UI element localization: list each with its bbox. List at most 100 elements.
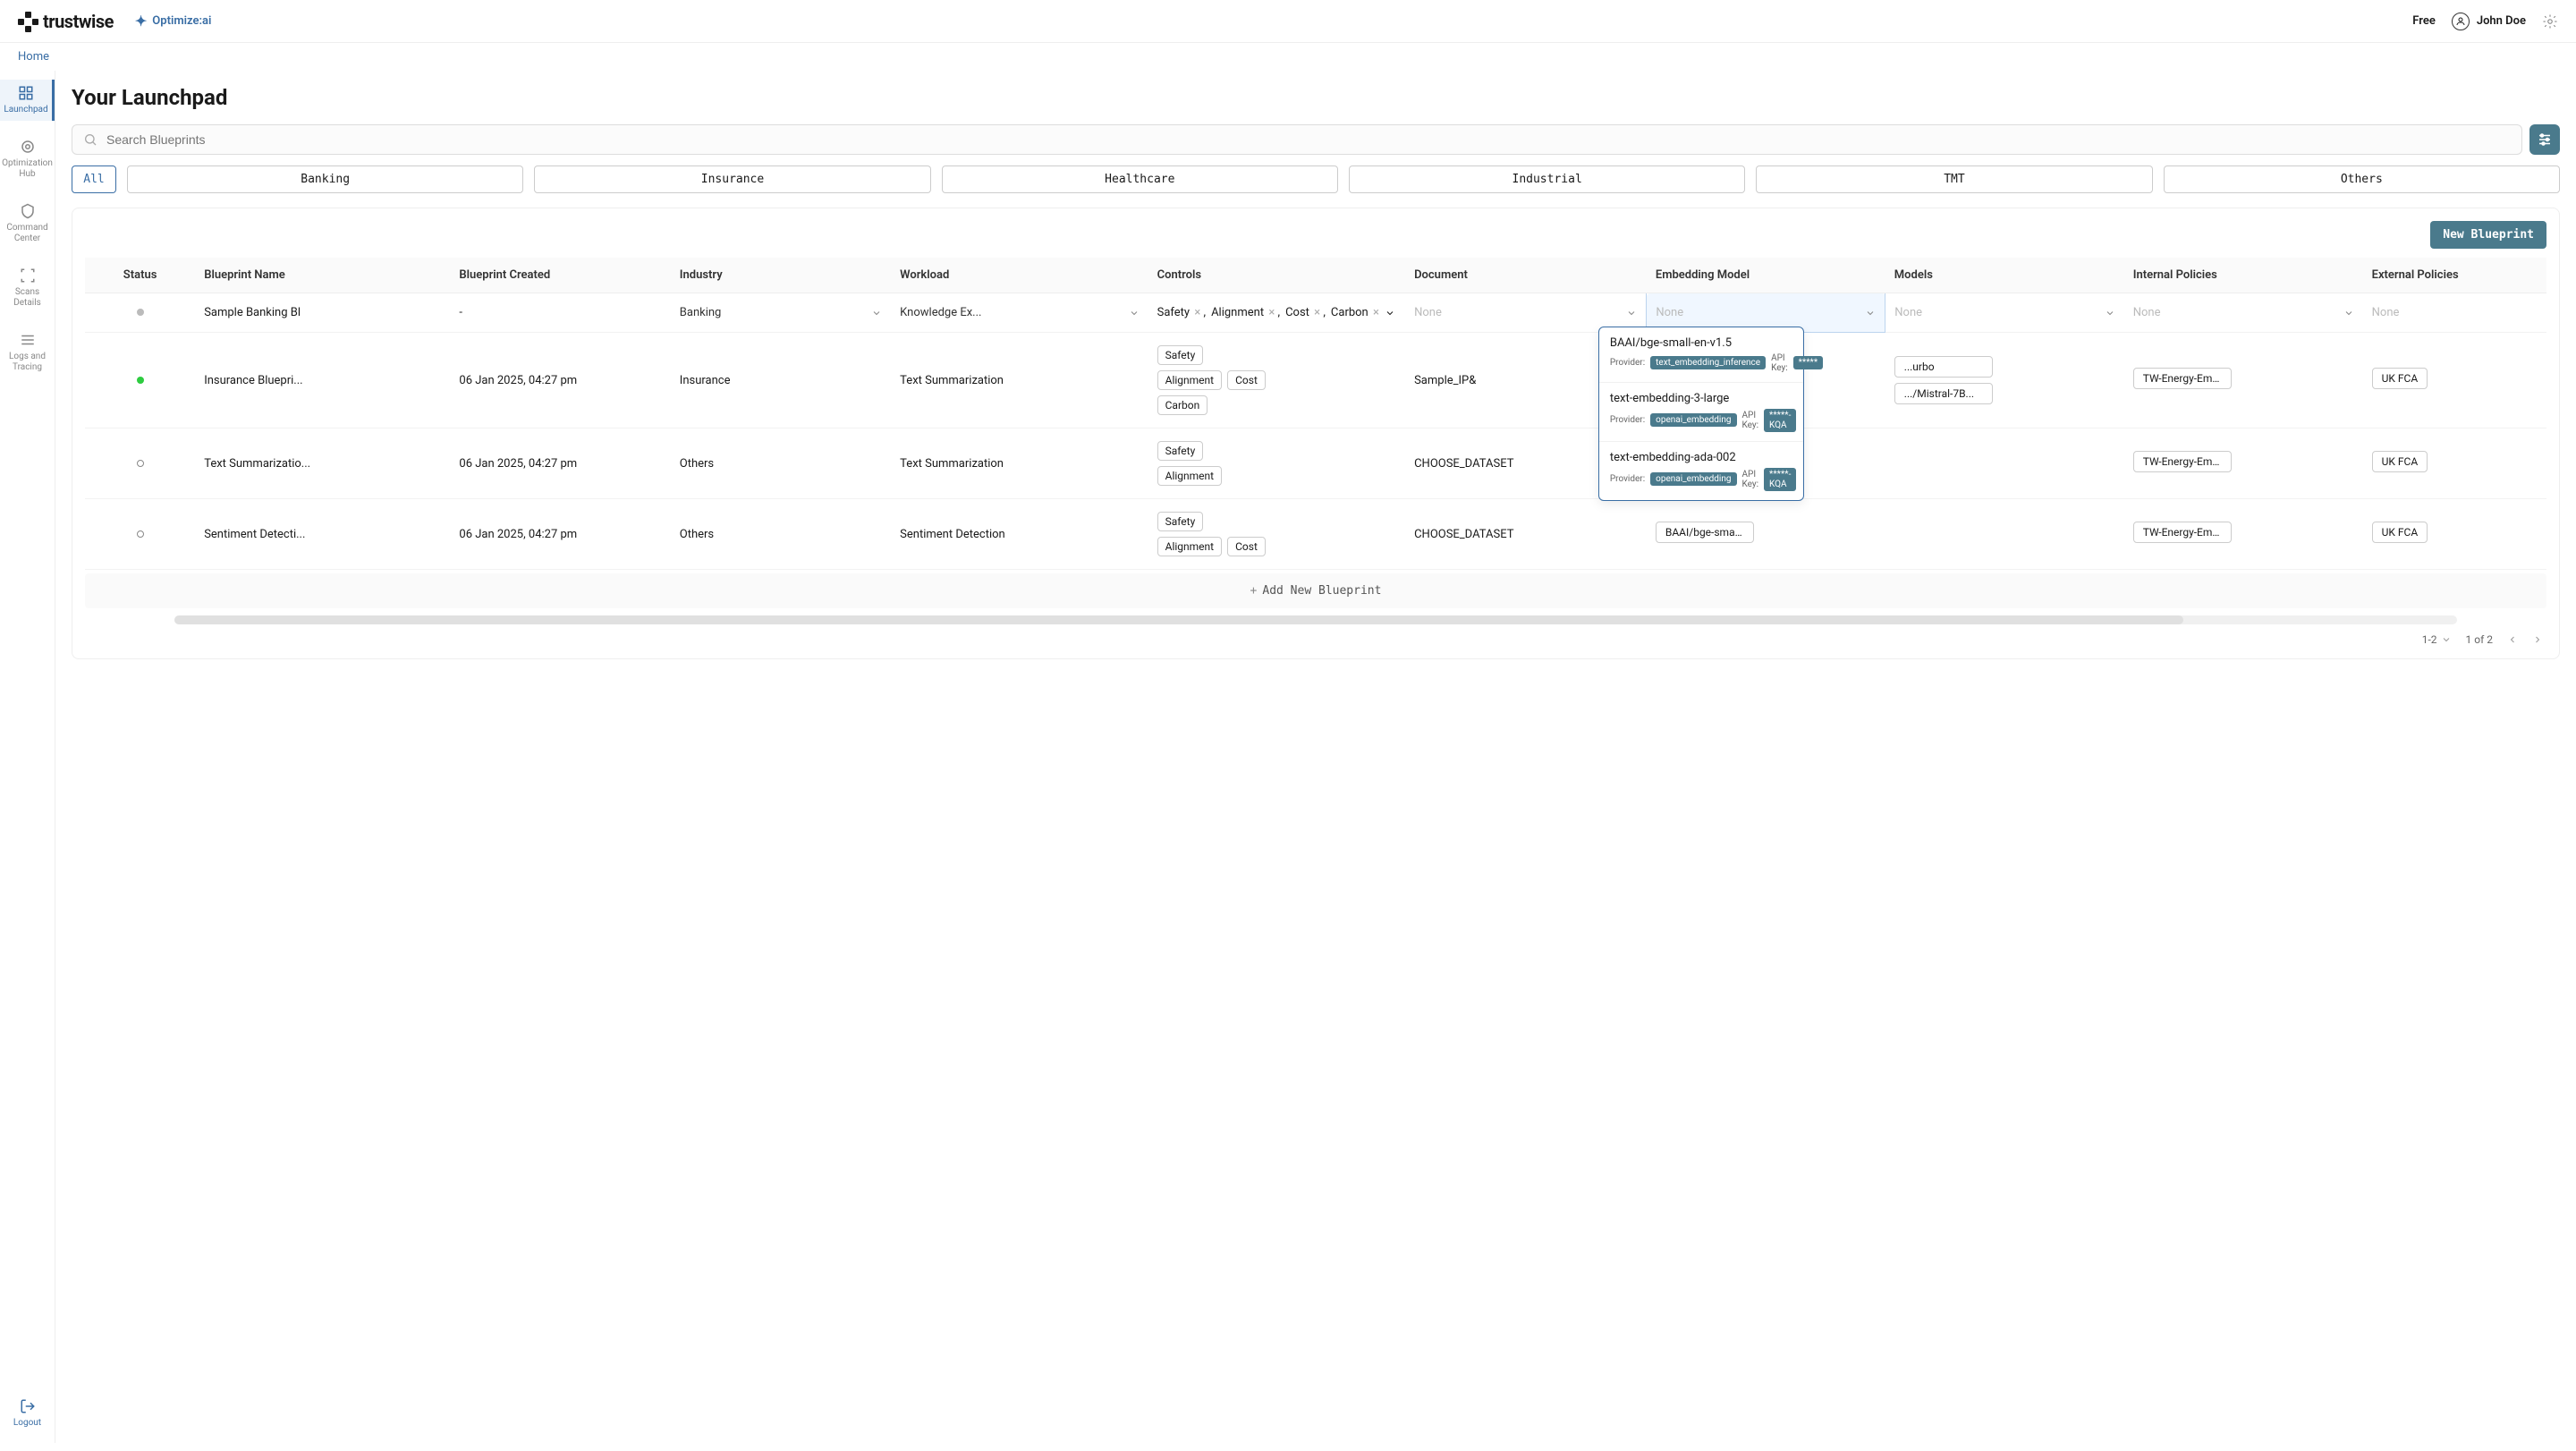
industry-select[interactable]: Banking	[680, 306, 882, 319]
status-dot	[137, 309, 144, 316]
settings-icon[interactable]	[2542, 13, 2558, 30]
sidebar-item-label: Launchpad	[4, 105, 47, 115]
chevron-down-icon	[2343, 308, 2354, 318]
remove-icon[interactable]: ×	[1268, 306, 1275, 319]
table-row: Sentiment Detecti... 06 Jan 2025, 04:27 …	[85, 499, 2546, 570]
table-header-row: Status Blueprint Name Blueprint Created …	[85, 258, 2546, 293]
table-wrap: Status Blueprint Name Blueprint Created …	[85, 258, 2546, 570]
controls-chips: Safety Alignment Cost	[1157, 512, 1396, 556]
external-select[interactable]: None	[2372, 306, 2538, 319]
user-menu[interactable]: John Doe	[2452, 13, 2526, 30]
internal-select[interactable]: None	[2133, 306, 2354, 319]
cell-workload: Text Summarization	[900, 374, 1004, 387]
brand-name: trustwise	[43, 11, 114, 32]
col-created: Blueprint Created	[450, 258, 670, 293]
plus-icon: +	[1250, 584, 1258, 598]
col-external: External Policies	[2363, 258, 2546, 293]
apikey-pill: *****	[1793, 356, 1824, 369]
dropdown-item[interactable]: BAAI/bge-small-en-v1.5 Provider: text_em…	[1599, 327, 1803, 383]
cell-name[interactable]: Insurance Bluepri...	[204, 374, 441, 387]
status-dot	[137, 377, 144, 384]
main-content: Your Launchpad All Banking Insurance Hea…	[55, 71, 2576, 1443]
breadcrumb-home[interactable]: Home	[18, 50, 49, 64]
next-page-icon[interactable]	[2532, 634, 2543, 645]
cell-internal: None	[2133, 306, 2161, 319]
tab-others[interactable]: Others	[2164, 165, 2560, 193]
horizontal-scrollbar[interactable]	[174, 615, 2457, 624]
document-select[interactable]: None	[1414, 306, 1637, 319]
sparkle-icon: ✦	[135, 13, 147, 30]
target-icon	[20, 139, 36, 155]
prev-page-icon[interactable]	[2507, 634, 2518, 645]
scan-icon	[20, 267, 36, 284]
chip-alignment: Alignment × ,	[1211, 306, 1280, 319]
sidebar-item-scans-details[interactable]: Scans Details	[0, 262, 55, 314]
cell-name[interactable]: Text Summarizatio...	[204, 457, 441, 471]
tagline[interactable]: ✦ Optimize:ai	[135, 13, 211, 30]
sidebar-item-label: Scans Details	[4, 287, 51, 309]
sidebar-item-command-center[interactable]: Command Center	[0, 198, 55, 250]
chevron-down-icon	[2105, 308, 2115, 318]
layers-icon	[20, 332, 36, 348]
col-models: Models	[1885, 258, 2124, 293]
models-select[interactable]: None	[1894, 306, 2114, 319]
cell-industry: Banking	[680, 306, 722, 319]
chevron-down-icon	[1626, 308, 1637, 318]
page-title: Your Launchpad	[72, 85, 2560, 110]
blueprints-table: Status Blueprint Name Blueprint Created …	[85, 258, 2546, 570]
workload-select[interactable]: Knowledge Ex...	[900, 306, 1139, 319]
dropdown-meta: Provider: text_embedding_inference API K…	[1610, 353, 1792, 373]
sidebar-item-logout[interactable]: Logout	[0, 1393, 55, 1434]
sidebar-item-launchpad[interactable]: Launchpad	[0, 80, 55, 121]
pagination: 1-2 1 of 2	[85, 624, 2546, 646]
cell-workload: Sentiment Detection	[900, 528, 1005, 541]
cell-industry: Others	[680, 528, 714, 541]
dropdown-item[interactable]: text-embedding-ada-002 Provider: openai_…	[1599, 442, 1803, 500]
model-chip: .../Mistral-7B...	[1894, 383, 1993, 404]
cell-created: 06 Jan 2025, 04:27 pm	[459, 528, 577, 541]
table-row: Sample Banking Bl - Banking Knowled	[85, 293, 2546, 333]
topbar: trustwise ✦ Optimize:ai Free John Doe	[0, 0, 2576, 43]
dropdown-item[interactable]: text-embedding-3-large Provider: openai_…	[1599, 383, 1803, 442]
brand[interactable]: trustwise	[18, 11, 114, 32]
dropdown-title: BAAI/bge-small-en-v1.5	[1610, 336, 1792, 350]
add-blueprint-row[interactable]: +Add New Blueprint	[85, 573, 2546, 608]
tab-insurance[interactable]: Insurance	[534, 165, 930, 193]
tab-healthcare[interactable]: Healthcare	[942, 165, 1338, 193]
sidebar-item-optimization-hub[interactable]: Optimization Hub	[0, 133, 55, 185]
search-icon	[83, 132, 97, 147]
topbar-right: Free John Doe	[2412, 13, 2558, 30]
search-input-wrap[interactable]	[72, 124, 2522, 155]
cell-created: -	[459, 306, 462, 319]
new-blueprint-button[interactable]: New Blueprint	[2430, 221, 2546, 249]
remove-icon[interactable]: ×	[1194, 306, 1200, 319]
tab-all[interactable]: All	[72, 165, 116, 193]
page-size-select[interactable]: 1-2	[2422, 633, 2452, 646]
cell-industry: Others	[680, 457, 714, 471]
remove-icon[interactable]: ×	[1373, 306, 1379, 319]
logout-icon	[20, 1398, 36, 1414]
scrollbar-thumb[interactable]	[174, 615, 2183, 624]
models-chips: ...urbo .../Mistral-7B...	[1894, 356, 2115, 404]
cell-document: CHOOSE_DATASET	[1414, 457, 1513, 471]
cell-name[interactable]: Sentiment Detecti...	[204, 528, 441, 541]
embedding-select[interactable]: None	[1656, 306, 1876, 319]
chip-safety: Safety × ,	[1157, 306, 1206, 319]
sidebar-item-label: Optimization Hub	[2, 158, 53, 180]
tab-banking[interactable]: Banking	[127, 165, 523, 193]
search-input[interactable]	[106, 132, 2511, 147]
status-dot	[137, 530, 144, 538]
remove-icon[interactable]: ×	[1314, 306, 1320, 319]
provider-pill: openai_embedding	[1650, 472, 1736, 486]
tab-tmt[interactable]: TMT	[1756, 165, 2152, 193]
controls-chips: Safety × , Alignment × , Cost × , Carbon…	[1157, 306, 1396, 319]
filter-button[interactable]	[2529, 124, 2560, 155]
sidebar-item-logs-tracing[interactable]: Logs and Tracing	[0, 327, 55, 378]
tab-industrial[interactable]: Industrial	[1349, 165, 1745, 193]
chip-carbon: Carbon	[1157, 395, 1208, 415]
shield-icon	[20, 203, 36, 219]
cell-name[interactable]: Sample Banking Bl	[204, 306, 441, 319]
searchbar	[72, 124, 2560, 155]
chevron-down-icon[interactable]	[1385, 308, 1395, 318]
chip-alignment: Alignment	[1157, 466, 1222, 486]
